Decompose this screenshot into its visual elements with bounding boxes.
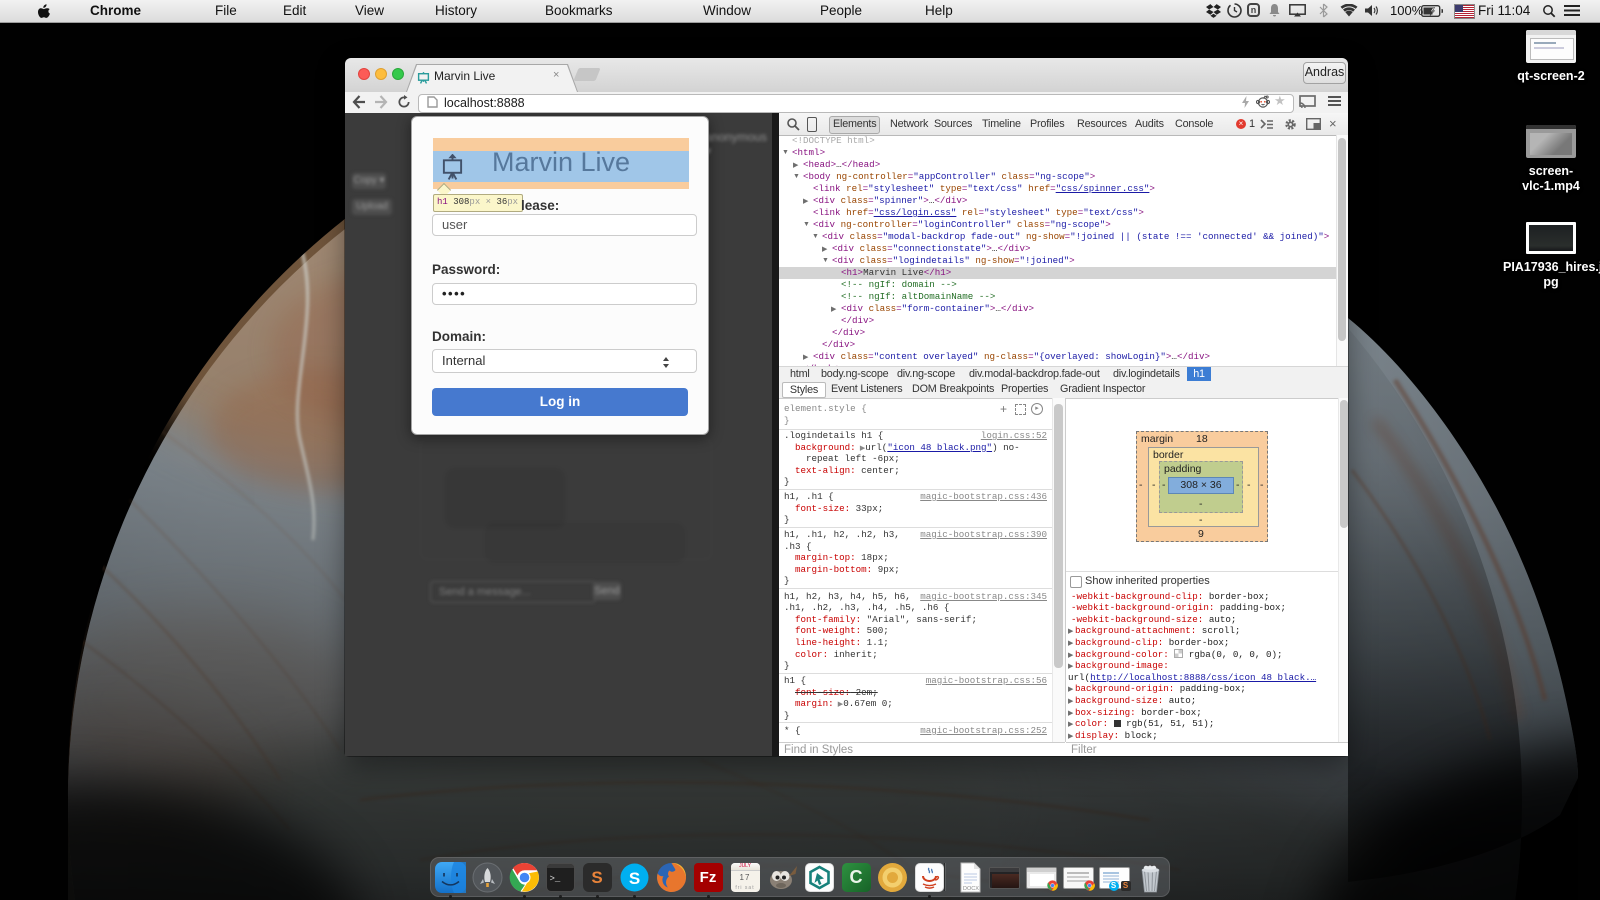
svg-text:DOCX: DOCX: [963, 886, 979, 892]
svg-text:S: S: [628, 869, 639, 888]
